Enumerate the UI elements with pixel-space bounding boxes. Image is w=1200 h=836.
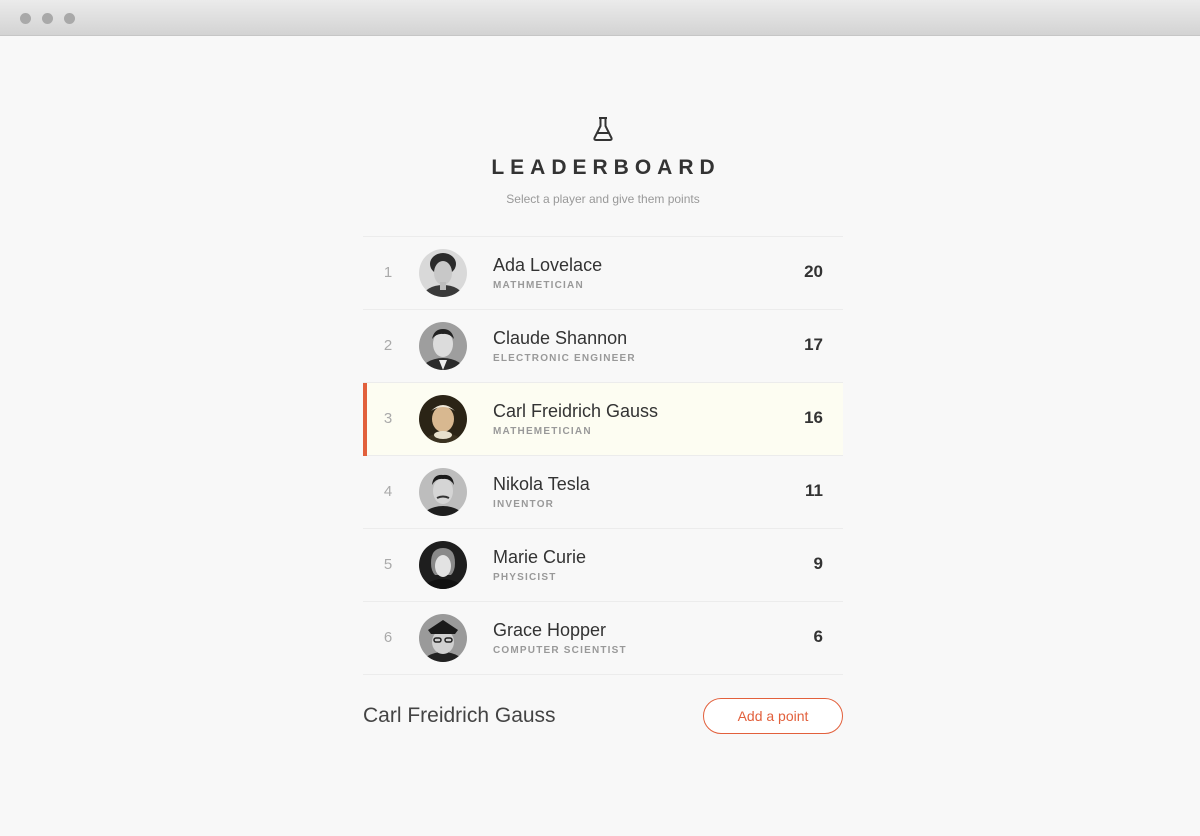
browser-window: LEADERBOARD Select a player and give the… <box>0 0 1200 836</box>
player-row[interactable]: 6 Grace Hopper COMPUTER SCIENTIST 6 <box>363 602 843 675</box>
selected-player-name: Carl Freidrich Gauss <box>363 704 556 727</box>
player-score: 11 <box>805 481 823 500</box>
player-name: Carl Freidrich Gauss <box>493 401 659 421</box>
player-score: 17 <box>804 335 823 354</box>
player-score: 9 <box>813 554 823 573</box>
add-point-button[interactable]: Add a point <box>703 698 843 734</box>
player-name: Ada Lovelace <box>493 255 603 275</box>
player-rank: 1 <box>383 264 393 281</box>
player-row-selected[interactable]: 3 Carl Freidrich Gauss MATHEMETICIAN 16 <box>363 383 843 456</box>
avatar <box>419 468 467 516</box>
player-role: MATHMETICIAN <box>493 280 584 291</box>
avatar <box>419 395 467 443</box>
player-rank: 4 <box>383 483 393 500</box>
page-subtitle: Select a player and give them points <box>506 192 700 206</box>
player-rank: 3 <box>383 410 393 427</box>
player-role: INVENTOR <box>493 499 555 510</box>
player-rank: 5 <box>383 556 393 573</box>
player-score: 20 <box>804 262 823 281</box>
leaderboard-list: 1 Ada Lovelace MATHMETICIAN 20 2 Claude … <box>363 236 843 675</box>
selection-footer: Carl Freidrich Gauss Add a point <box>363 698 843 736</box>
player-name: Grace Hopper <box>493 620 607 640</box>
player-name: Marie Curie <box>493 547 587 567</box>
player-row[interactable]: 1 Ada Lovelace MATHMETICIAN 20 <box>363 237 843 310</box>
close-window-dot[interactable] <box>20 13 31 24</box>
player-name: Nikola Tesla <box>493 474 590 494</box>
player-row[interactable]: 2 Claude Shannon ELECTRONIC ENGINEER 17 <box>363 310 843 383</box>
page-title: LEADERBOARD <box>491 156 721 179</box>
window-titlebar <box>0 0 1200 36</box>
avatar <box>419 249 467 297</box>
player-rank: 2 <box>383 337 393 354</box>
minimize-window-dot[interactable] <box>42 13 53 24</box>
player-row[interactable]: 5 Marie Curie PHYSICIST 9 <box>363 529 843 602</box>
player-role: COMPUTER SCIENTIST <box>493 645 627 656</box>
player-role: MATHEMETICIAN <box>493 426 592 437</box>
maximize-window-dot[interactable] <box>64 13 75 24</box>
flask-icon <box>593 117 613 141</box>
player-rank: 6 <box>383 629 393 646</box>
player-name: Claude Shannon <box>493 328 628 348</box>
player-role: ELECTRONIC ENGINEER <box>493 353 636 364</box>
player-role: PHYSICIST <box>493 572 557 583</box>
player-score: 6 <box>813 627 823 646</box>
player-row[interactable]: 4 Nikola Tesla INVENTOR 11 <box>363 456 843 529</box>
avatar <box>419 614 467 662</box>
player-score: 16 <box>804 408 823 427</box>
avatar <box>419 322 467 370</box>
avatar <box>419 541 467 589</box>
